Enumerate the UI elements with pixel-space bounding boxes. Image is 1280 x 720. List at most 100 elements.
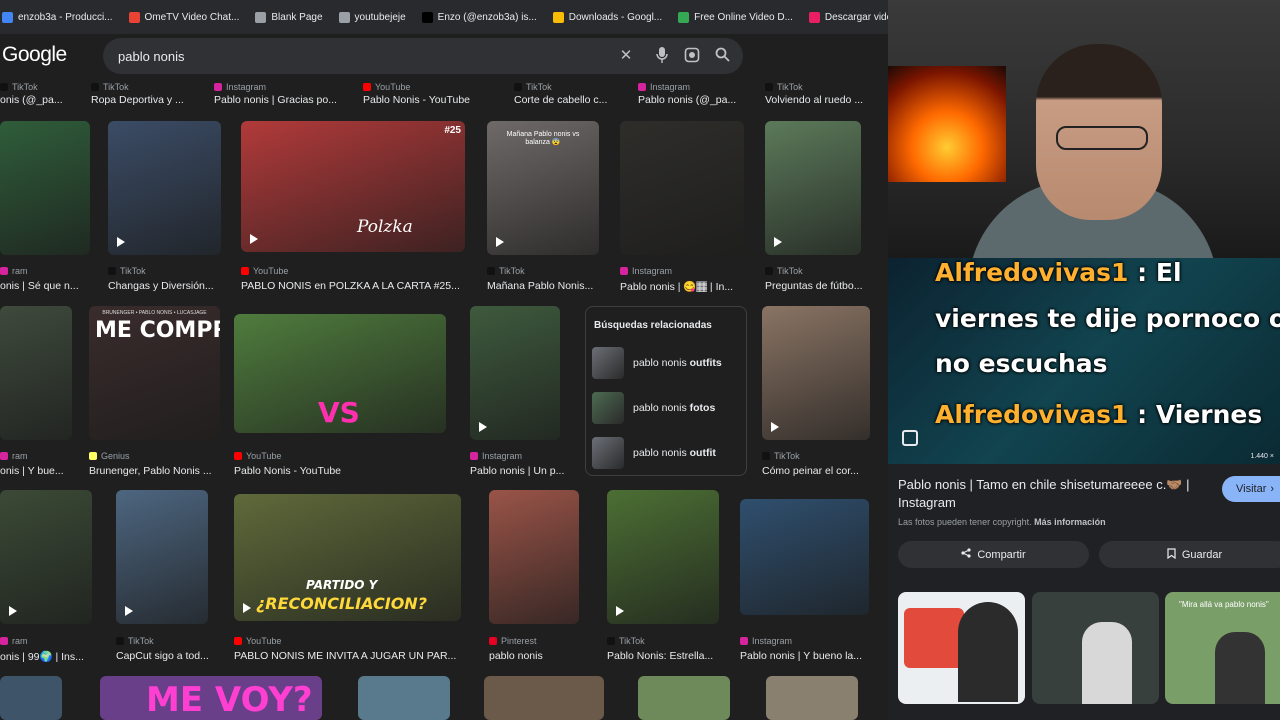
result-thumbnail[interactable]: BRUNENGER • PABLO NONIS • LUCASJAGE ME CO… — [89, 306, 220, 440]
result-title[interactable]: Ropa Deportiva y ... — [91, 94, 184, 106]
result-title[interactable]: onis | Y bue... — [0, 465, 64, 477]
related-search-item[interactable]: pablo nonis outfits — [592, 347, 742, 379]
result-title[interactable]: Pablo nonis | Gracias po... — [214, 94, 337, 106]
result-title[interactable]: Changas y Diversión... — [108, 280, 214, 292]
result-title[interactable]: Pablo nonis | 😋🏾 | In... — [620, 280, 733, 294]
save-button[interactable]: Guardar — [1099, 541, 1280, 568]
bookmark-item[interactable]: Descargar videos de... — [808, 11, 888, 23]
bookmark-item[interactable]: Enzo (@enzob3a) is... — [421, 11, 537, 23]
result-thumbnail[interactable] — [0, 306, 72, 440]
bookmark-item[interactable]: enzob3a - Producci... — [2, 11, 113, 23]
bookmark-label: Blank Page — [271, 11, 323, 23]
bookmark-item[interactable]: youtubejeje — [338, 11, 406, 23]
source-favicon-icon — [487, 267, 495, 275]
source-label: TikTok — [12, 82, 38, 92]
partial-result-thumbnail[interactable]: ME VOY? — [100, 676, 322, 720]
result-thumbnail[interactable] — [765, 121, 861, 255]
thumbnail-text: Polzka — [357, 217, 413, 237]
bookmark-item[interactable]: OmeTV Video Chat... — [128, 11, 239, 23]
bookmark-item[interactable]: Free Online Video D... — [678, 11, 793, 23]
result-thumbnail[interactable] — [0, 490, 92, 624]
source-label: Pinterest — [501, 636, 537, 646]
result-source: YouTube — [234, 451, 281, 461]
related-search-item[interactable]: pablo nonis outfit — [592, 437, 742, 469]
preview-title[interactable]: Pablo nonis | Tamo en chile shisetumaree… — [898, 476, 1208, 512]
result-thumbnail[interactable]: Polzka #25 — [241, 121, 465, 252]
result-thumbnail[interactable] — [470, 306, 560, 440]
result-title[interactable]: onis (@_pa... — [0, 94, 63, 106]
result-title[interactable]: Pablo nonis (@_pa... — [638, 94, 736, 106]
search-input[interactable] — [118, 48, 598, 64]
source-favicon-icon — [470, 452, 478, 460]
google-logo[interactable]: Google — [2, 43, 67, 67]
result-title[interactable]: Volviendo al ruedo ... — [765, 94, 863, 106]
result-title[interactable]: Pablo Nonis - YouTube — [234, 465, 341, 477]
result-thumbnail[interactable]: PARTIDO Y ¿RECONCILIACION? — [234, 494, 461, 621]
result-title[interactable]: Pablo Nonis - YouTube — [363, 94, 470, 106]
lens-icon[interactable] — [683, 47, 701, 65]
clear-icon[interactable]: ✕ — [617, 47, 635, 65]
thumbnail-text: ME COMPRE — [95, 318, 220, 343]
result-thumbnail[interactable]: Mañana Pablo nonis vs balanza 😨 — [487, 121, 599, 255]
source-favicon-icon — [762, 452, 770, 460]
result-thumbnail[interactable] — [0, 121, 90, 255]
play-icon — [247, 233, 261, 245]
result-title[interactable]: pablo nonis — [489, 650, 543, 662]
result-thumbnail[interactable] — [620, 121, 744, 255]
result-title[interactable]: Preguntas de fútbo... — [765, 280, 862, 292]
result-thumbnail[interactable] — [740, 499, 869, 615]
partial-result-thumbnail[interactable] — [0, 676, 62, 720]
result-thumbnail[interactable]: VS — [234, 314, 446, 433]
lens-search-icon[interactable] — [902, 430, 918, 446]
copyright-notice: Las fotos pueden tener copyright. Más in… — [898, 517, 1106, 527]
result-source: ram — [0, 636, 28, 646]
result-thumbnail[interactable] — [607, 490, 719, 624]
related-search-item[interactable]: pablo nonis fotos — [592, 392, 742, 424]
result-title[interactable]: PABLO NONIS en POLZKA A LA CARTA #25... — [241, 280, 460, 292]
result-title[interactable]: Pablo nonis | Un p... — [470, 465, 564, 477]
source-label: Genius — [101, 451, 130, 461]
result-title[interactable]: Cómo peinar el cor... — [762, 465, 859, 477]
bookmark-item[interactable]: Blank Page — [255, 11, 323, 23]
more-result-thumbnail[interactable] — [1032, 592, 1159, 704]
result-thumbnail[interactable] — [108, 121, 221, 255]
result-thumbnail[interactable] — [116, 490, 208, 624]
result-title[interactable]: Corte de cabello c... — [514, 94, 607, 106]
chat-message: Alfredovivas1 : Viernes — [935, 400, 1263, 429]
visit-button[interactable]: Visitar › — [1222, 476, 1280, 502]
partial-result-thumbnail[interactable] — [358, 676, 450, 720]
more-result-thumbnail[interactable]: "Mira allá va pablo nonis" — [1165, 592, 1280, 704]
result-title[interactable]: onis | 99🌍 | Ins... — [0, 650, 84, 663]
result-title[interactable]: Brunenger, Pablo Nonis ... — [89, 465, 212, 477]
result-title[interactable]: Pablo nonis | Y bueno la... — [740, 650, 862, 662]
partial-result-thumbnail[interactable] — [484, 676, 604, 720]
more-info-link[interactable]: Más información — [1034, 517, 1106, 527]
result-title[interactable]: CapCut sigo a tod... — [116, 650, 209, 662]
result-thumbnail[interactable] — [489, 490, 579, 624]
play-icon — [122, 605, 136, 617]
search-icon[interactable] — [713, 47, 731, 65]
result-title[interactable]: Pablo Nonis: Estrella... — [607, 650, 713, 662]
partial-result-thumbnail[interactable] — [638, 676, 730, 720]
bookmark-item[interactable]: Downloads - Googl... — [552, 11, 662, 23]
microphone-icon[interactable] — [653, 47, 671, 65]
webcam-overlay — [888, 0, 1280, 258]
save-label: Guardar — [1181, 548, 1223, 561]
bookmark-favicon-icon — [808, 11, 820, 23]
partial-result-thumbnail[interactable] — [766, 676, 858, 720]
source-favicon-icon — [108, 267, 116, 275]
play-icon — [493, 236, 507, 248]
bookmark-label: enzob3a - Producci... — [18, 11, 113, 23]
source-label: Instagram — [752, 636, 793, 646]
preview-image[interactable]: Alfredovivas1 : El viernes te dije porno… — [888, 258, 1280, 464]
result-title[interactable]: PABLO NONIS ME INVITA A JUGAR UN PAR... — [234, 650, 456, 662]
result-thumbnail[interactable] — [762, 306, 870, 440]
result-title[interactable]: onis | Sé que n... — [0, 280, 79, 292]
share-button[interactable]: Compartir — [898, 541, 1089, 568]
source-favicon-icon — [514, 83, 522, 91]
result-title[interactable]: Mañana Pablo Nonis... — [487, 280, 593, 292]
more-result-thumbnail[interactable] — [898, 592, 1025, 704]
thumbnail-text: ¿RECONCILIACION? — [256, 594, 427, 613]
search-box[interactable]: ✕ — [103, 38, 743, 74]
source-label: ram — [12, 266, 28, 276]
